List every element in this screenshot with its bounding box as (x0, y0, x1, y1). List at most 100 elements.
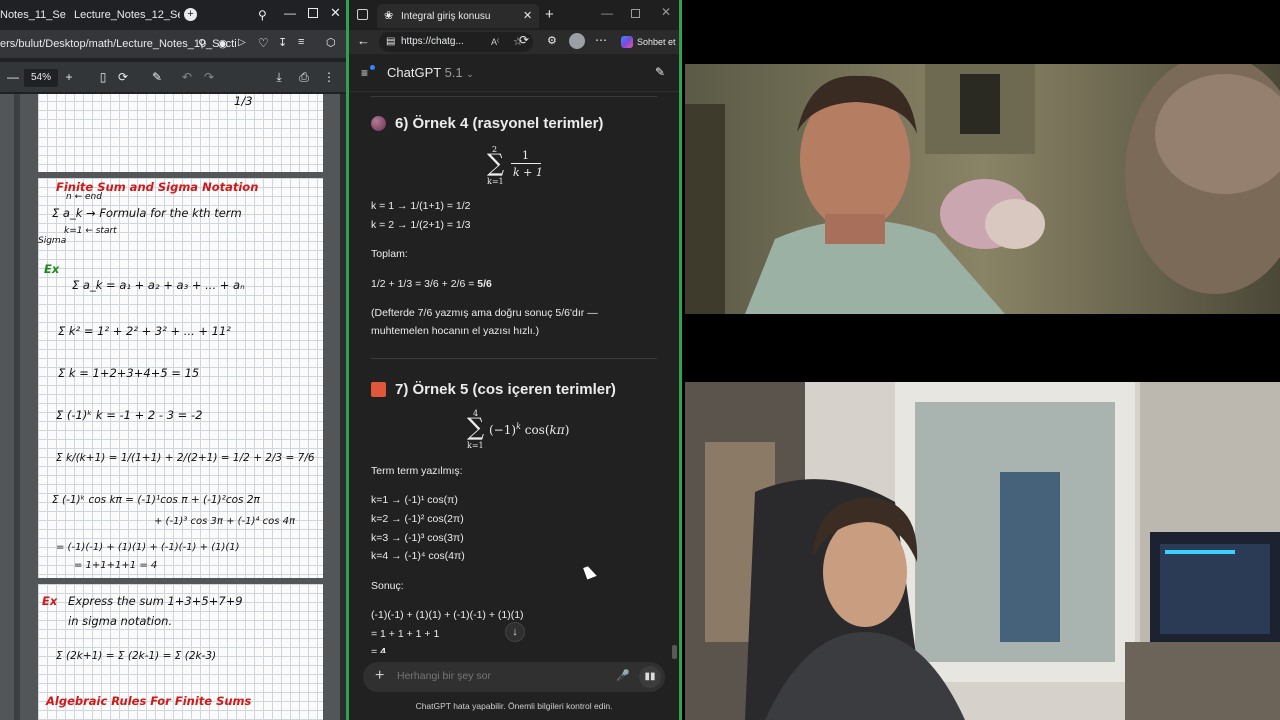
heading-text: 6) Örnek 4 (rasyonel terimler) (395, 115, 604, 132)
model-name: ChatGPT (387, 65, 441, 80)
pdf-page-next: Ex Express the sum 1+3+5+7+9 in sigma no… (38, 584, 323, 720)
pdf-tab-bar: Notes_11_Section Lecture_Notes_12_Sectio… (0, 0, 346, 30)
pdf-toolbar: — 54% + ▯ ⟳ ✎ ↶ ↷ ⤓ ⎙ ⋮ (0, 62, 346, 92)
model-version: 5.1 (444, 65, 463, 80)
extension-icon[interactable]: ⬡ (326, 36, 336, 49)
chat-text: Term term yazılmış: (371, 465, 463, 477)
close-tab-icon[interactable]: ✕ (523, 9, 532, 22)
read-aloud-icon[interactable]: A⁽ (491, 32, 499, 52)
chatgpt-favicon-icon: ❀ (384, 10, 394, 22)
minimize-icon[interactable]: — (601, 6, 613, 20)
copilot-icon (621, 36, 633, 48)
chat-text: = 1 + 1 + 1 + 1 (371, 628, 440, 640)
zoom-in-icon[interactable]: + (62, 70, 76, 84)
chevron-down-icon: ⌄ (466, 69, 474, 79)
rotate-icon[interactable]: ⟳ (116, 70, 130, 84)
search-icon[interactable]: ⚲ (198, 37, 206, 50)
url-text: https://chatg... (401, 36, 464, 47)
favorite-icon[interactable]: ♡ (258, 36, 269, 50)
handwritten-line: Σ k² = 1² + 2² + 3² + ... + 11² (58, 324, 231, 338)
fit-page-icon[interactable]: ▯ (96, 70, 110, 84)
handwritten-line: = (-1)(-1) + (1)(1) + (-1)(-1) + (1)(1) (56, 542, 240, 553)
menu-icon[interactable]: ≡ (298, 36, 304, 48)
handwritten-line: Express the sum 1+3+5+7+9 (68, 594, 243, 608)
play-icon[interactable]: ▷ (238, 37, 246, 48)
example-label: Ex (42, 594, 58, 608)
zoom-out-icon[interactable]: — (6, 70, 20, 84)
minimize-icon[interactable]: — (284, 6, 296, 20)
copilot-label: Sohbet et (637, 37, 676, 47)
close-icon[interactable]: ✕ (330, 5, 341, 21)
more-options-icon[interactable]: ⋮ (322, 70, 336, 84)
section-heading-6: 6) Örnek 4 (rasyonel terimler) (371, 115, 603, 132)
chat-text: Toplam: (371, 248, 408, 260)
handwritten-line: Σ k = 1+2+3+4+5 = 15 (58, 366, 200, 380)
handwritten-definition: Σ a_k → Formula for the kth term (52, 206, 242, 220)
profile-avatar[interactable] (569, 33, 585, 49)
maximize-icon[interactable] (631, 9, 640, 18)
tab-notes-11[interactable]: Notes_11_Section (0, 5, 66, 25)
url-field[interactable]: ▤ https://chatg... A⁽ ☆ (379, 32, 533, 52)
redo-icon[interactable]: ↷ (202, 70, 216, 84)
handwritten-line: = 1+1+1+1 = 4 (74, 560, 158, 571)
pdf-viewport[interactable]: 1/3 Finite Sum and Sigma Notation n ← en… (0, 94, 346, 720)
heading-text: 7) Örnek 5 (cos içeren terimler) (395, 381, 616, 398)
model-selector[interactable]: ChatGPT 5.1 ⌄ (387, 65, 474, 80)
new-tab-icon[interactable]: + (184, 8, 197, 21)
handwritten-k-start: k=1 ← start (64, 226, 117, 236)
handwritten-fragment: 1/3 (234, 94, 253, 108)
handwritten-line: Σ (-1)ᵏ cos kπ = (-1)¹cos π + (-1)²cos 2… (52, 494, 260, 506)
copilot-button[interactable]: Sohbet et (619, 32, 679, 52)
tab-actions-icon[interactable] (357, 9, 368, 20)
zoom-level[interactable]: 54% (24, 69, 58, 87)
tab-label: Lecture_Notes_12_Section (74, 9, 180, 21)
scroll-down-button[interactable]: ↓ (505, 622, 525, 642)
purple-circle-icon (371, 116, 386, 131)
chat-text: k=2 → (-1)² cos(2π) (371, 513, 464, 525)
message-input[interactable] (397, 670, 597, 682)
movie-video-frame (685, 64, 1280, 314)
pdf-address-bar[interactable]: ers/bulut/Desktop/math/Lecture_Notes_10_… (0, 30, 346, 58)
voice-mode-icon[interactable]: ▮▮ (639, 666, 661, 688)
more-options-icon[interactable]: ⋯ (595, 33, 607, 47)
handwritten-n-end: n ← end (66, 192, 102, 202)
download-icon[interactable]: ↧ (278, 36, 287, 49)
section-heading-7: 7) Örnek 5 (cos içeren terimler) (371, 381, 616, 398)
tab-label: Integral giriş konusu (401, 10, 491, 22)
site-info-icon[interactable]: ▤ (386, 32, 395, 52)
chat-text: muhtemelen hocanın el yazısı hızlı.) (371, 325, 540, 337)
add-attachment-icon[interactable]: + (375, 668, 384, 684)
new-chat-icon[interactable]: ✎ (655, 65, 665, 79)
chat-scrollbar-thumb[interactable] (672, 645, 677, 659)
new-tab-icon[interactable]: + (545, 6, 554, 23)
result-value: 4 (380, 646, 386, 653)
edge-tab-bar: ❀ Integral giriş konusu ✕ + — ✕ (349, 0, 679, 30)
chat-messages[interactable]: 6) Örnek 4 (rasyonel terimler) 2 ∑ k=1 1… (349, 93, 679, 653)
microphone-icon[interactable]: 🎤 (616, 669, 630, 685)
print-icon[interactable]: ⎙ (297, 70, 311, 84)
save-icon[interactable]: ⤓ (272, 70, 286, 84)
draw-icon[interactable]: ✎ (150, 70, 164, 84)
camera-icon[interactable]: ◉ (218, 37, 228, 50)
back-arrow-icon[interactable]: ← (357, 33, 370, 48)
maximize-icon[interactable] (308, 8, 318, 18)
edge-address-bar: ← ▤ https://chatg... A⁽ ☆ ⟳ ⚙ ⋯ Sohbet e… (349, 30, 679, 54)
tab-lecture-notes-12[interactable]: Lecture_Notes_12_Section (70, 5, 180, 25)
red-square-icon (371, 382, 386, 397)
search-tabs-icon[interactable]: ⚲ (258, 8, 267, 22)
undo-icon[interactable]: ↶ (180, 70, 194, 84)
close-icon[interactable]: ✕ (661, 5, 671, 19)
pdf-browser-window: Notes_11_Section Lecture_Notes_12_Sectio… (0, 0, 346, 720)
chat-text-sum: 1/2 + 1/3 = 3/6 + 2/6 = 5/6 (371, 278, 492, 290)
tab-label: Notes_11_Section (0, 9, 66, 21)
refresh-icon[interactable]: ⟳ (519, 33, 529, 47)
result-prefix: = (371, 646, 381, 653)
handwritten-line: in sigma notation. (68, 614, 173, 628)
extensions-icon[interactable]: ⚙ (547, 34, 557, 47)
chat-text: k=3 → (-1)³ cos(3π) (371, 532, 464, 544)
sidebar-toggle-icon[interactable]: ≡ (361, 66, 368, 80)
handwritten-line: Σ a_k = a₁ + a₂ + a₃ + ... + aₙ (72, 278, 245, 292)
pdf-left-gutter (14, 94, 20, 720)
handwritten-line: Σ (2k+1) = Σ (2k-1) = Σ (2k-3) (56, 650, 217, 662)
tab-integral[interactable]: ❀ Integral giriş konusu ✕ (377, 4, 539, 28)
